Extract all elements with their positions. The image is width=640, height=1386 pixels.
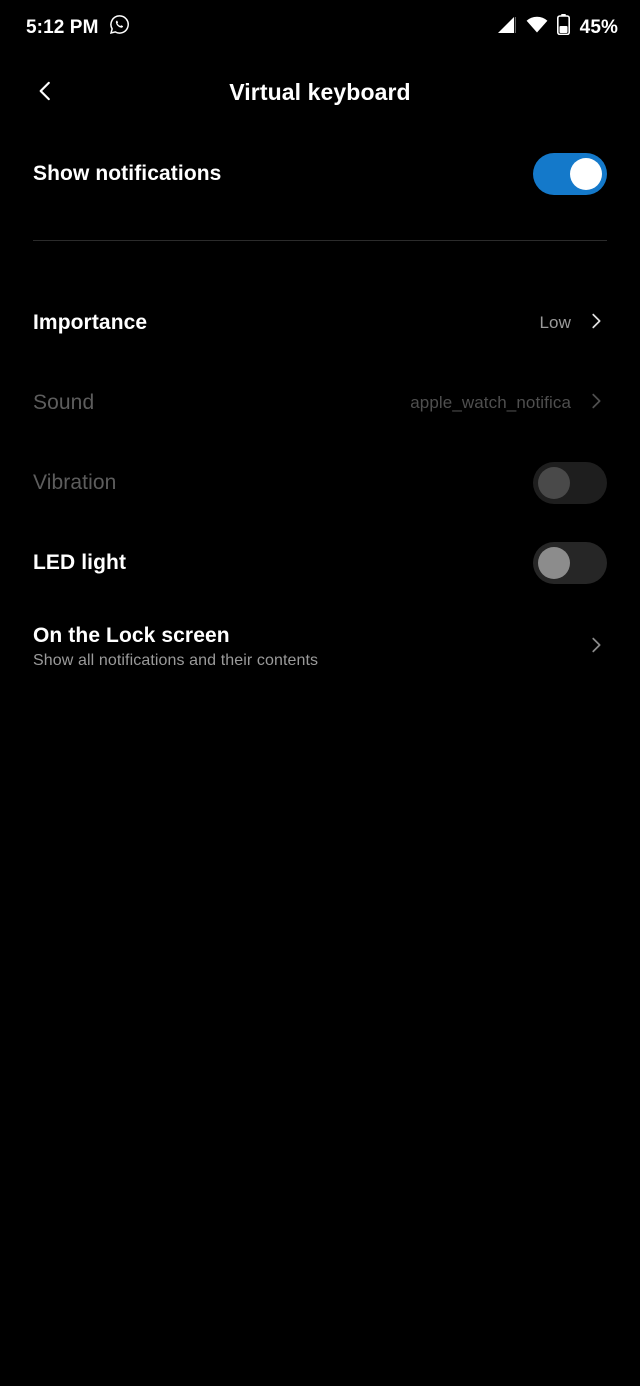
row-text-group: Vibration bbox=[33, 471, 116, 495]
settings-row-led-light[interactable]: LED light bbox=[0, 523, 640, 603]
settings-row-vibration: Vibration bbox=[0, 443, 640, 523]
lock-screen-subtitle: Show all notifications and their content… bbox=[33, 652, 319, 669]
vibration-toggle bbox=[533, 462, 607, 504]
settings-row-importance[interactable]: Importance Low bbox=[0, 283, 640, 363]
show-notifications-label: Show notifications bbox=[33, 162, 222, 185]
status-bar-left: 5:12 PM bbox=[26, 14, 130, 40]
settings-list: Show notifications Importance Low Sound … bbox=[0, 130, 640, 691]
chevron-right-icon bbox=[585, 634, 607, 661]
row-text-group: On the Lock screen Show all notification… bbox=[33, 624, 318, 670]
row-control-group bbox=[585, 634, 607, 661]
status-bar-right: 45% bbox=[497, 14, 618, 40]
show-notifications-toggle[interactable] bbox=[533, 153, 607, 195]
row-text-group: Sound bbox=[33, 391, 94, 415]
cellular-signal-icon bbox=[497, 16, 517, 39]
led-light-toggle[interactable] bbox=[533, 542, 607, 584]
vibration-label: Vibration bbox=[33, 471, 117, 494]
section-spacer-bottom bbox=[0, 241, 640, 283]
chevron-right-icon bbox=[585, 310, 607, 337]
row-text-group: Importance bbox=[33, 311, 147, 335]
sound-value: apple_watch_notifica bbox=[410, 393, 571, 412]
sound-label: Sound bbox=[33, 391, 95, 414]
row-control-group: Low bbox=[540, 310, 608, 337]
lock-screen-label: On the Lock screen bbox=[33, 624, 230, 647]
toggle-thumb bbox=[570, 158, 602, 190]
importance-value: Low bbox=[539, 313, 571, 332]
settings-row-show-notifications[interactable]: Show notifications bbox=[0, 130, 640, 218]
row-text-group: LED light bbox=[33, 551, 126, 575]
settings-row-lock-screen[interactable]: On the Lock screen Show all notification… bbox=[0, 603, 640, 691]
led-light-label: LED light bbox=[33, 551, 127, 574]
settings-row-sound: Sound apple_watch_notifica bbox=[0, 363, 640, 443]
section-spacer-top bbox=[0, 218, 640, 240]
importance-label: Importance bbox=[33, 311, 148, 334]
page-title: Virtual keyboard bbox=[229, 78, 411, 105]
wifi-icon bbox=[526, 16, 548, 38]
row-control-group bbox=[533, 462, 607, 504]
battery-icon bbox=[556, 14, 570, 40]
status-bar-clock: 5:12 PM bbox=[26, 16, 99, 38]
row-control-group bbox=[533, 542, 607, 584]
whatsapp-icon bbox=[109, 14, 130, 40]
row-control-group: apple_watch_notifica bbox=[410, 390, 607, 417]
battery-percent-label: 45% bbox=[579, 16, 618, 38]
row-control-group bbox=[533, 153, 607, 195]
chevron-right-icon bbox=[585, 390, 607, 417]
toggle-thumb bbox=[538, 547, 570, 579]
row-text-group: Show notifications bbox=[33, 162, 221, 186]
status-bar: 5:12 PM 45% bbox=[0, 0, 640, 54]
toggle-thumb bbox=[538, 467, 570, 499]
app-bar: Virtual keyboard bbox=[0, 54, 640, 130]
